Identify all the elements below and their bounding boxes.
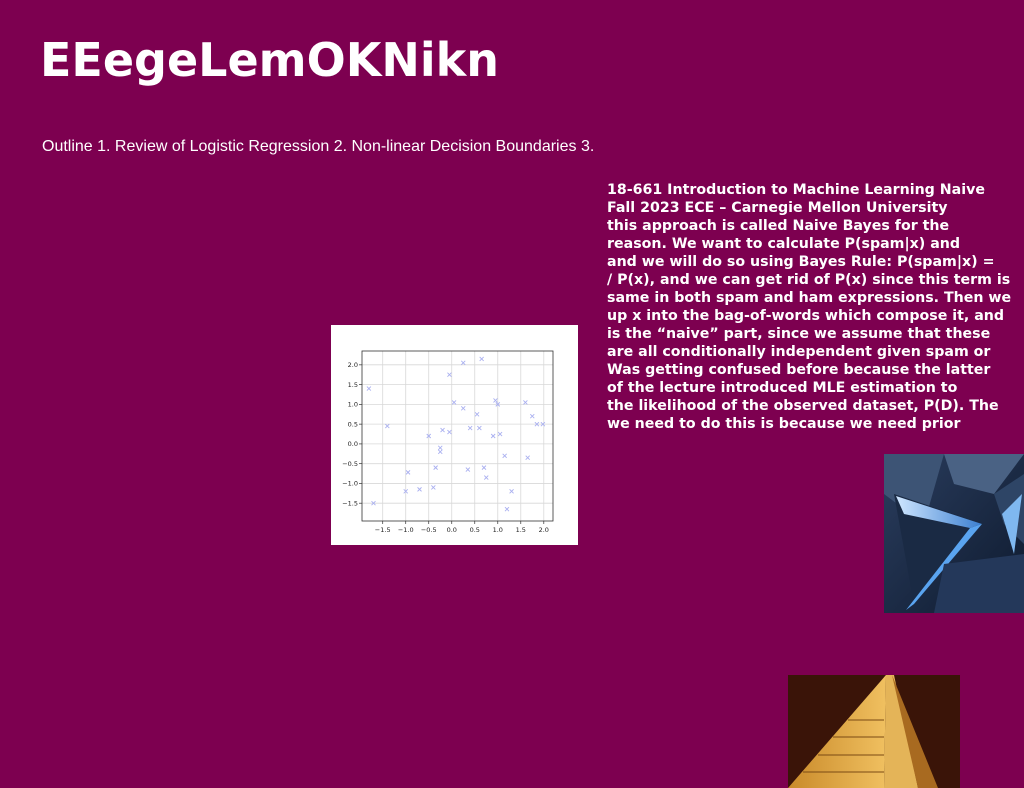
data-point <box>525 455 531 461</box>
body-line: 18-661 Introduction to Machine Learning … <box>607 182 985 198</box>
architecture-photo-gold-image <box>788 675 960 788</box>
data-point <box>504 506 510 512</box>
architecture-photo-gold <box>788 675 960 788</box>
y-tick-label: 1.0 <box>348 401 358 409</box>
body-line: reason. We want to calculate P(spam|x) a… <box>607 236 961 252</box>
x-tick-label: 1.0 <box>493 526 503 534</box>
body-line: the likelihood of the observed dataset, … <box>607 398 999 414</box>
data-point <box>490 433 496 439</box>
body-line: and we will do so using Bayes Rule: P(sp… <box>607 254 995 270</box>
architecture-photo-blue-image <box>884 454 1024 613</box>
data-point <box>479 356 484 362</box>
data-point <box>437 445 443 451</box>
data-point <box>405 470 411 475</box>
x-tick-label: 0.0 <box>447 526 457 534</box>
data-point <box>529 413 535 419</box>
scatter-plot-svg: −1.5 −1.0 −0.5 0.0 0.5 1.0 1.5 2.0 −1.5 −1.0 −0.5 0… <box>342 350 554 534</box>
body-line: we need to do this is because we need pr… <box>607 416 961 432</box>
data-point <box>497 431 503 437</box>
y-tick-label: 0.0 <box>348 440 358 448</box>
body-line: Fall 2023 ECE – Carnegie Mellon Universi… <box>607 200 948 216</box>
x-tick-label: 1.5 <box>516 526 526 534</box>
data-point <box>451 400 457 405</box>
x-tick-label: −0.5 <box>421 526 437 534</box>
data-point <box>437 449 443 455</box>
body-line: same in both spam and ham expressions. T… <box>607 290 1012 306</box>
y-tick-label: 2.0 <box>348 361 358 369</box>
y-tick-label: −1.5 <box>342 500 358 508</box>
y-tick-label: 0.5 <box>348 420 358 428</box>
x-tick-label: 0.5 <box>470 526 480 534</box>
data-point <box>483 475 489 480</box>
data-point <box>384 423 390 429</box>
data-point <box>481 465 487 470</box>
data-point <box>474 411 480 417</box>
data-point <box>467 425 473 431</box>
data-point <box>502 453 507 459</box>
data-point <box>433 465 438 470</box>
x-tick-label: −1.5 <box>375 526 391 534</box>
data-point <box>477 425 482 431</box>
body-line: / P(x), and we can get rid of P(x) since… <box>607 272 1011 288</box>
data-point <box>447 429 452 435</box>
body-line: up x into the bag-of-words which compose… <box>607 308 1005 324</box>
scatter-plot: −1.5 −1.0 −0.5 0.0 0.5 1.0 1.5 2.0 −1.5 −1.0 −0.5 0… <box>331 325 578 545</box>
y-tick-label: −0.5 <box>342 460 358 468</box>
body-line: of the lecture introduced MLE estimation… <box>607 380 958 396</box>
data-point <box>447 372 452 378</box>
x-tick-label: 2.0 <box>539 526 549 534</box>
body-line: is the “naive” part, since we assume tha… <box>607 326 991 342</box>
data-point <box>493 398 498 403</box>
data-point <box>366 386 372 391</box>
body-line: are all conditionally independent given … <box>607 344 991 360</box>
outline-text: Outline 1. Review of Logistic Regression… <box>42 138 595 155</box>
y-tick-label: 1.5 <box>348 381 358 389</box>
data-point <box>417 487 422 492</box>
x-tick-label: −1.0 <box>398 526 414 534</box>
architecture-photo-blue <box>884 454 1024 613</box>
data-point <box>460 360 466 366</box>
data-point <box>509 489 514 494</box>
plot-frame <box>361 350 554 522</box>
body-line: Was getting confused before because the … <box>607 362 991 378</box>
data-point <box>460 406 466 411</box>
y-tick-label: −1.0 <box>342 480 358 488</box>
body-line: this approach is called Naive Bayes for … <box>607 218 950 234</box>
data-point <box>523 400 528 405</box>
slide-body-text: 18-661 Introduction to Machine Learning … <box>607 181 1021 433</box>
slide-title: EEegeLemOKNikn <box>40 33 499 87</box>
data-point <box>440 427 445 433</box>
data-point <box>465 467 471 472</box>
data-point <box>431 485 436 490</box>
